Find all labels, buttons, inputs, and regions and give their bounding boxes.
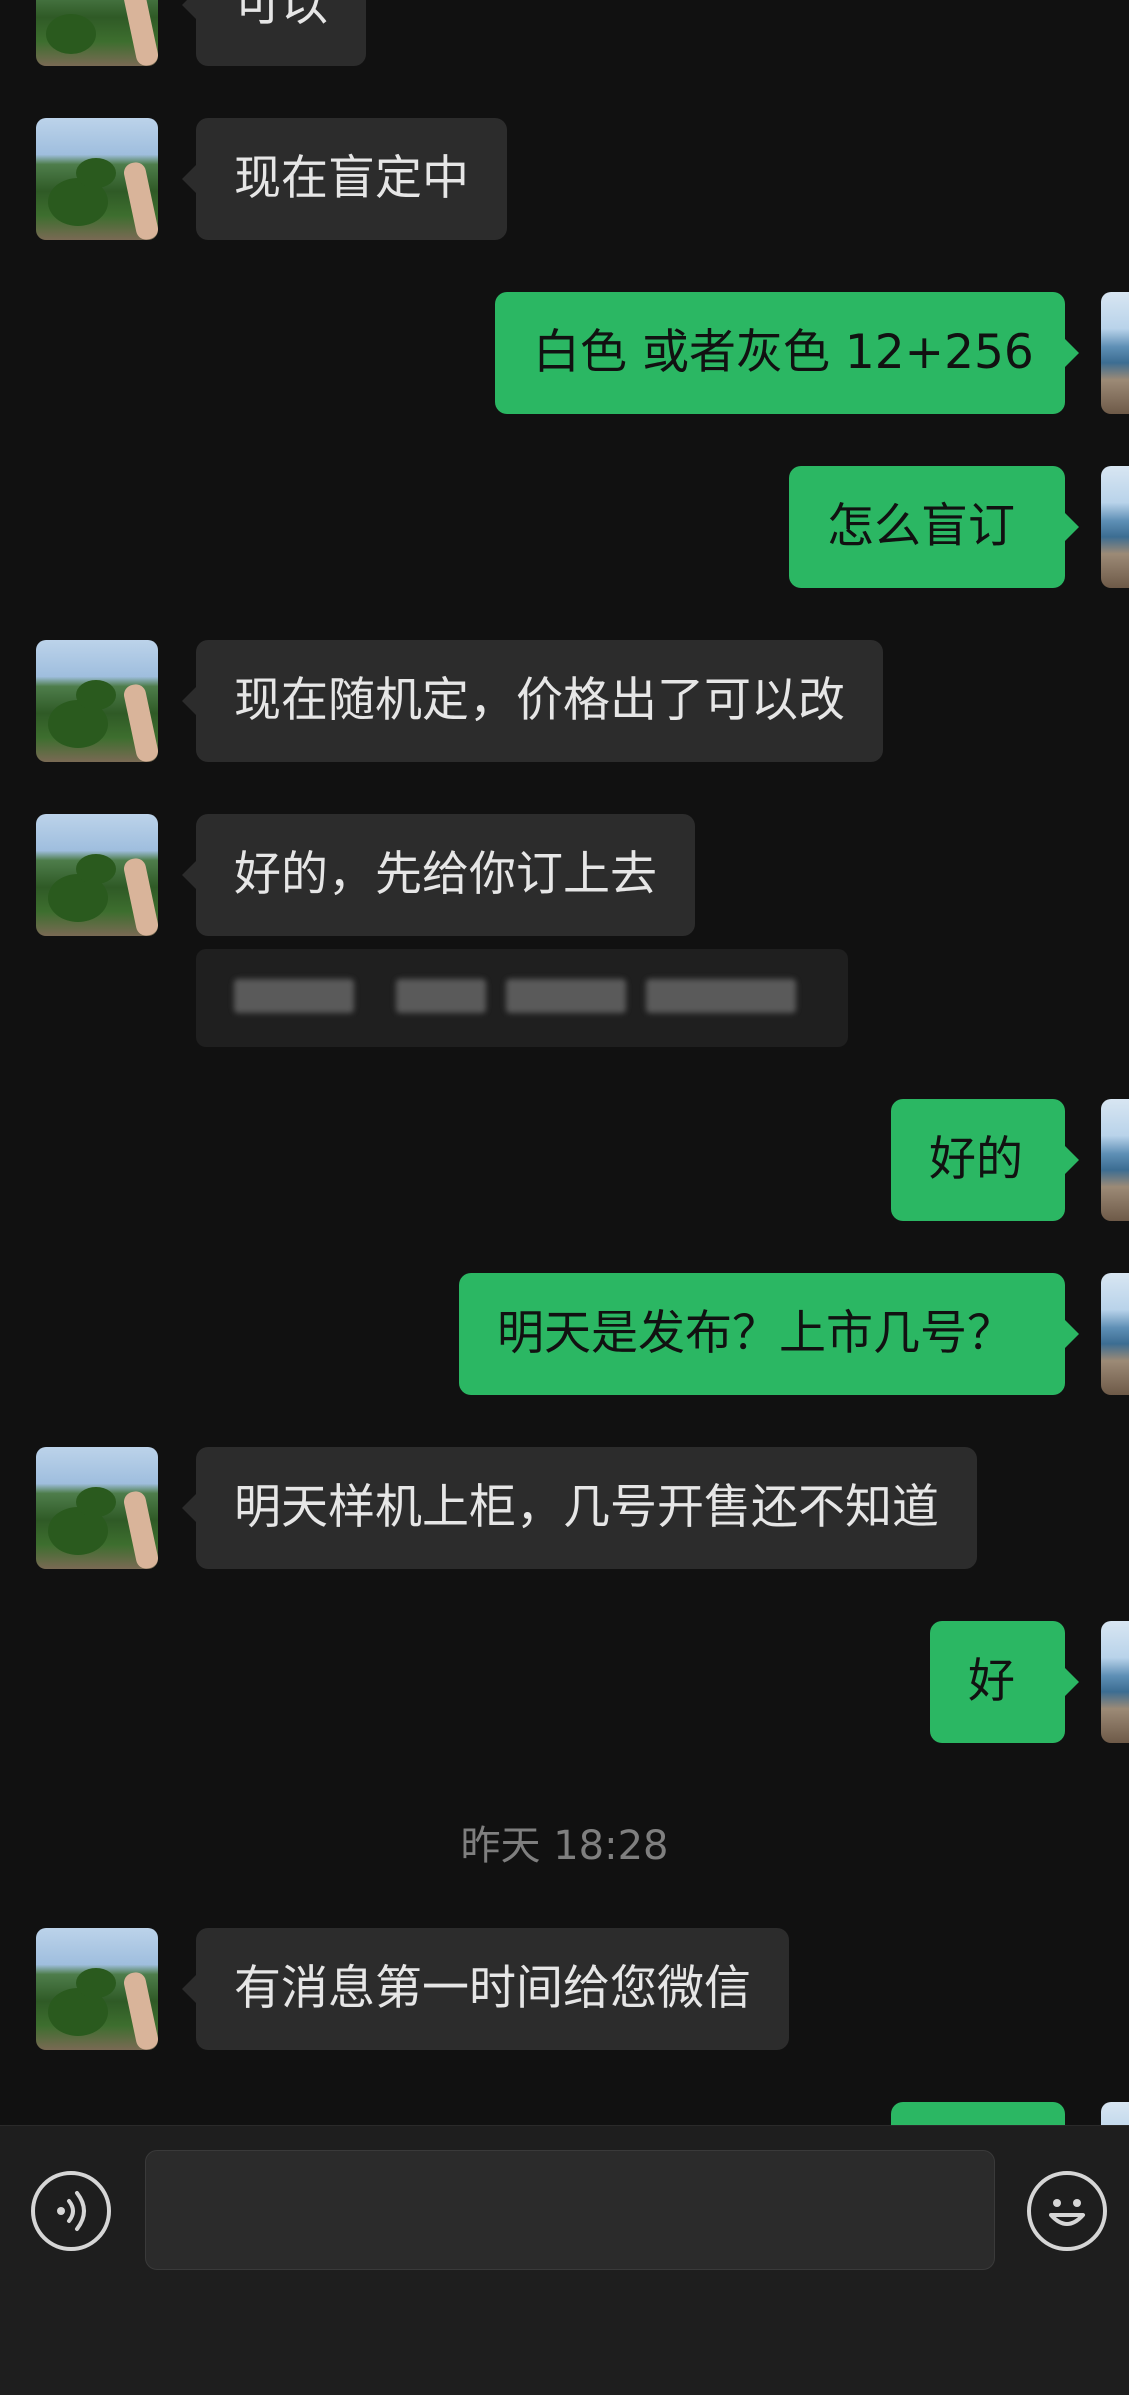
my-avatar[interactable] <box>1101 1099 1129 1221</box>
contact-avatar[interactable] <box>36 118 158 240</box>
outgoing-message[interactable]: 白色 或者灰色 12+256 <box>495 292 1079 414</box>
message-input[interactable] <box>145 2150 995 2270</box>
outgoing-message[interactable]: 好的 <box>891 1099 1079 1221</box>
message-timestamp: 昨天 18:28 <box>460 1823 669 1869</box>
contact-avatar[interactable] <box>36 814 158 936</box>
outgoing-message[interactable]: 好 <box>930 1621 1079 1743</box>
incoming-message[interactable]: 可以 <box>182 0 366 66</box>
smiley-emoji-icon <box>1049 2199 1085 2226</box>
voice-button[interactable] <box>31 2171 111 2251</box>
voice-wave-icon <box>57 2191 86 2231</box>
incoming-message[interactable]: 现在随机定，价格出了可以改 <box>182 640 883 762</box>
contact-avatar[interactable] <box>36 640 158 762</box>
incoming-message[interactable]: 有消息第一时间给您微信 <box>182 1928 789 2050</box>
emoji-button[interactable] <box>1027 2171 1107 2251</box>
outgoing-message[interactable]: 怎么盲订 <box>789 466 1079 588</box>
incoming-message[interactable]: 好的，先给你订上去 <box>182 814 695 936</box>
my-avatar[interactable] <box>1101 466 1129 588</box>
contact-avatar[interactable] <box>36 1447 158 1569</box>
incoming-message[interactable]: 现在盲定中 <box>182 118 507 240</box>
incoming-message[interactable]: 明天样机上柜，几号开售还不知道 <box>182 1447 977 1569</box>
quoted-message-redacted[interactable] <box>196 949 848 1047</box>
my-avatar[interactable] <box>1101 2102 1129 2125</box>
outgoing-message-partial[interactable] <box>891 2102 1065 2125</box>
contact-avatar[interactable] <box>36 0 158 66</box>
outgoing-message[interactable]: 明天是发布？上市几号？ <box>459 1273 1079 1395</box>
input-bar <box>0 2125 1129 2395</box>
chat-screen: 可以 现在盲定中 白色 或者灰色 12+256 怎么盲订 现在随机定，价格出了可… <box>0 0 1129 2395</box>
contact-avatar[interactable] <box>36 1928 158 2050</box>
my-avatar[interactable] <box>1101 292 1129 414</box>
my-avatar[interactable] <box>1101 1621 1129 1743</box>
my-avatar[interactable] <box>1101 1273 1129 1395</box>
message-list[interactable]: 可以 现在盲定中 白色 或者灰色 12+256 怎么盲订 现在随机定，价格出了可… <box>0 0 1129 2125</box>
